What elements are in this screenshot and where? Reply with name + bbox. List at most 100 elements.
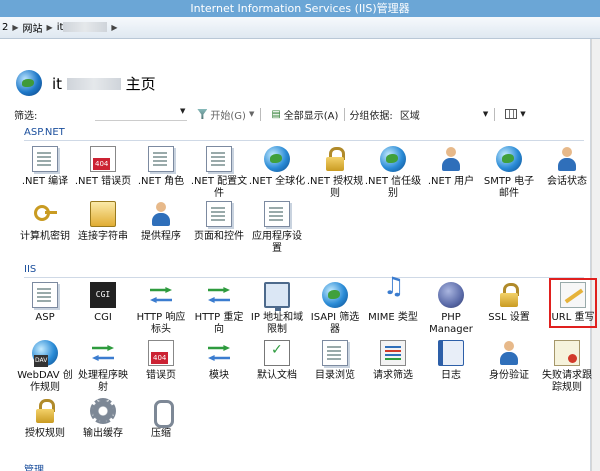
feature-error-pages[interactable]: 错误页 — [132, 340, 190, 382]
users-icon — [438, 146, 464, 172]
breadcrumb-separator-icon: ▶ — [46, 23, 53, 32]
feature-modules[interactable]: 模块 — [190, 340, 248, 382]
view-grid-icon — [505, 109, 518, 119]
webdav-icon — [32, 340, 58, 367]
provider-icon — [148, 201, 174, 227]
feature-compression[interactable]: 压缩 — [132, 398, 190, 440]
mail-icon — [496, 146, 522, 172]
machine-key-icon — [32, 201, 58, 227]
view-toggle-button[interactable]: ▼ — [505, 109, 526, 119]
compression-icon — [148, 398, 174, 428]
start-filter-button[interactable]: 开始(G) ▼ — [197, 107, 254, 122]
chevron-down-icon[interactable]: ▼ — [483, 110, 488, 118]
show-all-label: 全部显示(A) — [283, 110, 339, 122]
group-by-value[interactable]: 区域 — [400, 107, 420, 122]
error-page-icon — [90, 146, 116, 172]
vertical-scrollbar[interactable] — [591, 39, 600, 471]
filter-label: 筛选: — [14, 110, 38, 122]
feature-handler-mappings[interactable]: 处理程序映射 — [74, 340, 132, 394]
feature-authentication[interactable]: 身份验证 — [480, 340, 538, 382]
page-header: it 主页 — [16, 68, 156, 98]
selection-highlight — [549, 278, 597, 328]
feature-net-compilation[interactable]: .NET 编译 — [16, 146, 74, 188]
breadcrumb-sites[interactable]: 网站 — [23, 20, 43, 35]
feature-machine-key[interactable]: 计算机密钥 — [16, 201, 74, 243]
isapi-icon — [322, 282, 348, 308]
feature-directory-browsing[interactable]: 目录浏览 — [306, 340, 364, 382]
feature-session-state[interactable]: 会话状态 — [538, 146, 596, 188]
toolbar-divider — [260, 107, 262, 121]
chevron-down-icon[interactable]: ▼ — [249, 110, 254, 118]
feature-logging[interactable]: 日志 — [422, 340, 480, 382]
default-doc-icon — [264, 340, 290, 366]
feature-asp[interactable]: ASP — [16, 282, 74, 324]
site-globe-icon — [16, 70, 42, 96]
chevron-down-icon[interactable]: ▼ — [180, 107, 185, 115]
redacted-text — [63, 22, 108, 32]
ip-restrict-icon — [264, 282, 290, 311]
page-title: it 主页 — [52, 74, 156, 93]
http-redirect-icon — [206, 282, 232, 308]
feature-net-roles[interactable]: .NET 角色 — [132, 146, 190, 188]
feature-isapi-filters[interactable]: ISAPI 筛选器 — [306, 282, 364, 336]
error-page-icon — [148, 340, 174, 366]
handler-icon — [90, 340, 116, 366]
feature-providers[interactable]: 提供程序 — [132, 201, 190, 243]
group-divider — [24, 277, 584, 278]
feature-pages-controls[interactable]: 页面和控件 — [190, 201, 248, 243]
feature-default-document[interactable]: 默认文档 — [248, 340, 306, 382]
feature-php-manager[interactable]: PHP Manager — [422, 282, 480, 336]
trust-globe-icon — [380, 146, 406, 172]
pages-controls-icon — [206, 201, 232, 227]
filter-toolbar: 筛选: ▼ 开始(G) ▼ ▤ 全部显示(A) 分组依据: 区域 ▼ ▼ — [14, 106, 588, 122]
group-by-control[interactable]: 分组依据: 区域 ▼ — [349, 107, 488, 122]
feature-http-redirect[interactable]: HTTP 重定向 — [190, 282, 248, 336]
group-title-aspnet: ASP.NET — [24, 127, 65, 138]
feature-connection-strings[interactable]: 连接字符串 — [74, 201, 132, 243]
feature-app-settings[interactable]: 应用程序设置 — [248, 201, 306, 255]
log-icon — [438, 340, 464, 366]
feature-net-trust-levels[interactable]: .NET 信任级别 — [364, 146, 422, 200]
connection-string-icon — [90, 201, 116, 227]
group-title-management: 管理 — [24, 465, 44, 471]
group-by-label: 分组依据: — [349, 110, 393, 122]
roles-icon — [148, 146, 174, 172]
toolbar-divider — [494, 107, 496, 121]
globe-icon — [264, 146, 290, 172]
feature-webdav[interactable]: WebDAV 创作规则 — [16, 340, 74, 394]
feature-net-authorization[interactable]: .NET 授权规则 — [306, 146, 364, 200]
ssl-lock-icon — [496, 282, 522, 308]
feature-net-error-pages[interactable]: .NET 错误页 — [74, 146, 132, 188]
feature-net-users[interactable]: .NET 用户 — [422, 146, 480, 188]
feature-ip-domain-restrictions[interactable]: IP 地址和域限制 — [248, 282, 306, 336]
feature-request-filtering[interactable]: 请求筛选 — [364, 340, 422, 382]
funnel-icon — [197, 109, 208, 119]
filter-input[interactable]: ▼ — [95, 107, 188, 121]
breadcrumb-root[interactable]: 2 — [2, 22, 8, 33]
window-titlebar: Internet Information Services (IIS)管理器 — [0, 0, 600, 17]
dir-browse-icon — [322, 340, 348, 366]
http-headers-icon — [148, 282, 174, 308]
profile-doc-icon — [206, 146, 232, 172]
feature-smtp-email[interactable]: SMTP 电子邮件 — [480, 146, 538, 200]
feature-mime-types[interactable]: MIME 类型 — [364, 280, 422, 324]
authorization-icon — [32, 398, 58, 424]
feature-failed-request-tracing[interactable]: 失败请求跟踪规则 — [538, 340, 596, 394]
chevron-down-icon[interactable]: ▼ — [520, 110, 525, 118]
feature-authorization-rules[interactable]: 授权规则 — [16, 398, 74, 440]
address-bar[interactable]: 2 ▶ 网站 ▶ it ▶ — [0, 17, 600, 39]
feature-net-globalization[interactable]: .NET 全球化 — [248, 146, 306, 188]
breadcrumb-separator-icon: ▶ — [111, 23, 118, 32]
request-filter-icon — [380, 340, 406, 366]
group-divider — [24, 140, 584, 141]
feature-http-response-headers[interactable]: HTTP 响应标头 — [132, 282, 190, 336]
feature-output-caching[interactable]: 输出缓存 — [74, 398, 132, 440]
failed-trace-icon — [554, 340, 580, 366]
feature-net-profile[interactable]: .NET 配置文件 — [190, 146, 248, 200]
show-all-button[interactable]: ▤ 全部显示(A) — [271, 107, 338, 122]
breadcrumb-site[interactable]: it — [57, 22, 108, 33]
cgi-icon: CGI — [90, 282, 116, 308]
feature-cgi[interactable]: CGI CGI — [74, 282, 132, 324]
feature-ssl-settings[interactable]: SSL 设置 — [480, 282, 538, 324]
show-all-icon: ▤ — [271, 108, 281, 120]
